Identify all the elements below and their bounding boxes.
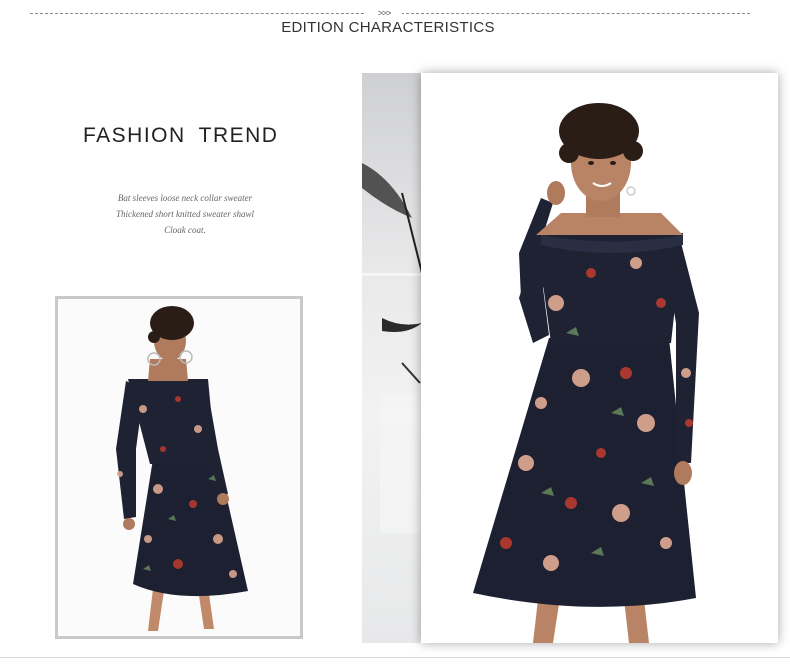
plant-decor-icon xyxy=(362,163,426,533)
model-illustration-small xyxy=(58,299,300,636)
description-line: Bat sleeves loose neck collar sweater xyxy=(117,193,253,203)
section-title: EDITION CHARACTERISTICS xyxy=(281,19,495,36)
product-photo-small xyxy=(55,296,303,639)
header-arrow-icon: >>> xyxy=(366,6,402,20)
bottom-divider xyxy=(0,657,790,658)
model-illustration-large xyxy=(421,73,778,643)
product-description: Bat sleeves loose neck collar sweater Th… xyxy=(80,190,290,238)
description-line: Cloak coat. xyxy=(164,225,206,235)
product-photo-large xyxy=(421,73,778,643)
description-line: Thickened short knitted sweater shawl xyxy=(116,209,254,219)
fashion-trend-heading: FASHION TREND xyxy=(83,124,279,147)
background-decor-panel xyxy=(362,73,426,643)
